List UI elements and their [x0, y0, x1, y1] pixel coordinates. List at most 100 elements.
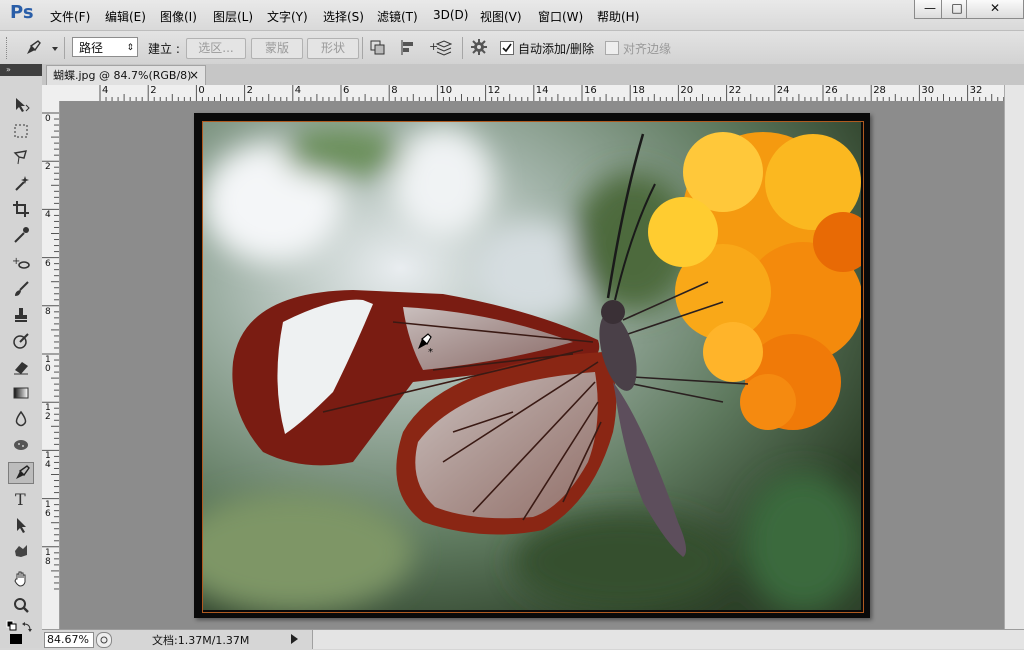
- checkmark-icon: [502, 43, 512, 53]
- lasso-icon: [13, 150, 27, 165]
- brush-icon: [15, 281, 29, 296]
- horizontal-ruler-label: 4: [102, 85, 109, 96]
- horizontal-ruler[interactable]: 4 2 0 2 4 6 8 10 12 14 16 18 20 22 24 26 28 30 32: [42, 85, 1004, 102]
- sponge-icon: [14, 440, 28, 450]
- auto-add-delete-checkbox[interactable]: [500, 41, 514, 55]
- status-menu-arrow[interactable]: [288, 632, 300, 646]
- clone-stamp-tool[interactable]: [8, 304, 34, 326]
- zoom-tool[interactable]: [8, 594, 34, 616]
- custom-shape-tool[interactable]: [8, 540, 34, 562]
- horizontal-ruler-label: 8: [391, 85, 398, 96]
- move-icon: [16, 98, 30, 112]
- horizontal-ruler-label: 22: [728, 85, 742, 96]
- svg-text:T: T: [15, 490, 26, 508]
- marquee-tool[interactable]: [8, 120, 34, 142]
- healing-brush-icon: +: [12, 256, 30, 269]
- zoom-level-field[interactable]: 84.67%: [44, 632, 94, 648]
- make-selection-button[interactable]: 选区...: [186, 38, 246, 59]
- menu-window[interactable]: 窗口(W): [538, 8, 583, 25]
- path-operations-icon: [370, 40, 385, 55]
- make-label: 建立 :: [148, 42, 180, 56]
- vertical-ruler-label: 14: [45, 451, 51, 471]
- vertical-ruler[interactable]: 0 2 4 6 8 10 12 14 16 18: [42, 101, 60, 629]
- menu-help[interactable]: 帮助(H): [597, 8, 639, 25]
- photoshop-logo: Ps: [10, 2, 34, 23]
- menu-layer[interactable]: 图层(L): [213, 8, 253, 25]
- horizontal-ruler-label: 16: [584, 85, 597, 96]
- align-edges-checkbox[interactable]: [605, 41, 619, 55]
- lasso-tool[interactable]: [8, 146, 34, 168]
- crop-icon: [13, 201, 29, 217]
- hand-tool[interactable]: [8, 568, 34, 590]
- history-brush-icon: [13, 333, 29, 349]
- menu-bar: Ps 文件(F) 编辑(E) 图像(I) 图层(L) 文字(Y) 选择(S) 滤…: [0, 0, 1024, 30]
- vertical-ruler-label: 8: [45, 306, 51, 317]
- marquee-icon: [14, 124, 28, 138]
- menu-3d[interactable]: 3D(D): [433, 8, 468, 22]
- pen-tool-preset-picker[interactable]: [22, 38, 62, 58]
- spot-healing-tool[interactable]: +: [8, 252, 34, 274]
- butterfly-photo: *: [203, 122, 861, 610]
- menu-filter[interactable]: 滤镜(T): [377, 8, 418, 25]
- menu-image[interactable]: 图像(I): [160, 8, 197, 25]
- menu-view[interactable]: 视图(V): [480, 8, 522, 25]
- eyedropper-icon: [14, 227, 29, 243]
- pen-icon: [27, 40, 58, 54]
- crop-tool[interactable]: [8, 198, 34, 220]
- brush-tool[interactable]: [8, 278, 34, 300]
- horizontal-scrollbar[interactable]: [312, 630, 1024, 649]
- path-alignment-button[interactable]: [398, 38, 418, 58]
- gradient-tool[interactable]: [8, 382, 34, 404]
- document-size-info: 文档:1.37M/1.37M: [152, 634, 250, 647]
- toolbox: » + T: [0, 64, 43, 648]
- make-shape-button[interactable]: 形状: [307, 38, 359, 59]
- horizontal-ruler-label: 26: [825, 85, 838, 96]
- document-tab[interactable]: 蝴蝶.jpg @ 84.7%(RGB/8) ×: [46, 65, 206, 85]
- align-edges-label: 对齐边缘: [623, 42, 672, 56]
- document-tab-title: 蝴蝶.jpg @ 84.7%(RGB/8): [53, 69, 192, 82]
- gradient-icon: [13, 387, 29, 399]
- status-options-button[interactable]: [96, 632, 112, 648]
- blur-drop-icon: [15, 410, 27, 427]
- vertical-scrollbar[interactable]: [1004, 85, 1024, 629]
- move-tool[interactable]: [8, 94, 34, 116]
- path-select-arrow-icon: [17, 518, 26, 533]
- menu-type[interactable]: 文字(Y): [267, 8, 308, 25]
- eyedropper-tool[interactable]: [8, 224, 34, 246]
- blur-tool[interactable]: [8, 408, 34, 430]
- menu-select[interactable]: 选择(S): [323, 8, 364, 25]
- menu-file[interactable]: 文件(F): [50, 8, 90, 25]
- history-brush-tool[interactable]: [8, 330, 34, 352]
- cycle-icon: [100, 636, 108, 644]
- color-swatches[interactable]: [6, 620, 36, 644]
- horizontal-ruler-label: 14: [535, 85, 549, 96]
- mode-select[interactable]: 路径 ⇕: [72, 37, 138, 57]
- geometry-options-button[interactable]: [470, 38, 492, 58]
- dodge-tool[interactable]: [8, 434, 34, 456]
- path-arrangement-button[interactable]: +: [428, 38, 453, 58]
- status-bar: 84.67% 文档:1.37M/1.37M: [42, 629, 1024, 649]
- tab-close-icon[interactable]: ×: [189, 66, 199, 85]
- make-mask-button[interactable]: 蒙版: [251, 38, 303, 59]
- path-selection-tool[interactable]: [8, 514, 34, 536]
- vertical-ruler-label: 6: [45, 258, 51, 269]
- menu-edit[interactable]: 编辑(E): [105, 8, 146, 25]
- type-icon: T: [15, 490, 26, 508]
- close-button[interactable]: ✕: [966, 0, 1024, 19]
- pen-tool[interactable]: [8, 462, 34, 484]
- magic-wand-icon: [15, 176, 29, 191]
- gear-icon: [471, 39, 487, 55]
- align-icon: [401, 40, 413, 55]
- vertical-ruler-label: 4: [45, 210, 51, 221]
- custom-shape-icon: [15, 545, 27, 557]
- path-operations-button[interactable]: [368, 38, 388, 58]
- document-canvas[interactable]: *: [194, 113, 870, 618]
- eraser-tool[interactable]: [8, 356, 34, 378]
- options-grip[interactable]: [6, 37, 13, 59]
- horizontal-ruler-label: 6: [343, 85, 350, 96]
- vertical-ruler-label: 10: [45, 355, 51, 374]
- toolbox-collapse-toggle[interactable]: »: [0, 64, 42, 76]
- horizontal-ruler-label: 10: [439, 85, 453, 96]
- type-tool[interactable]: T: [8, 488, 34, 510]
- magic-wand-tool[interactable]: [8, 172, 34, 194]
